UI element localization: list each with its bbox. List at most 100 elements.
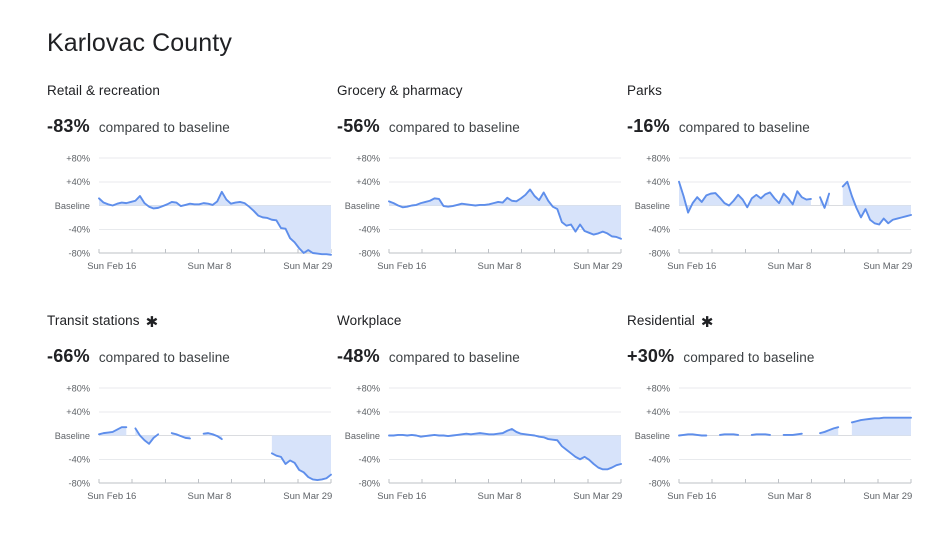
y-axis-tick-label: +40% xyxy=(66,407,90,417)
x-axis-tick-label: Sun Feb 16 xyxy=(377,491,426,502)
x-axis-tick-label: Sun Mar 8 xyxy=(478,261,522,272)
x-axis-tick-label: Sun Mar 8 xyxy=(188,491,232,502)
x-axis-tick-label: Sun Mar 29 xyxy=(863,261,912,272)
y-axis-tick-label: Baseline xyxy=(345,201,380,211)
panel-title: Workplace xyxy=(337,312,627,330)
panel-title: Transit stations ✱ xyxy=(47,312,337,330)
y-axis-tick-label: +40% xyxy=(646,407,670,417)
y-axis-tick-label: Baseline xyxy=(345,431,380,441)
asterisk-icon: ✱ xyxy=(145,313,159,331)
y-axis-tick-label: +80% xyxy=(646,153,670,163)
y-axis-tick-label: Baseline xyxy=(635,431,670,441)
stat-value: -66% xyxy=(47,346,90,366)
stat-label: compared to baseline xyxy=(683,350,815,365)
stat-label: compared to baseline xyxy=(98,350,230,365)
panel-title: Retail & recreation xyxy=(47,82,337,100)
x-axis-tick-label: Sun Mar 8 xyxy=(478,491,522,502)
y-axis-tick-label: -80% xyxy=(359,248,380,258)
mobility-panel-residential: Residential ✱ +30% compared to baseline … xyxy=(627,312,917,542)
stat-value: -56% xyxy=(337,116,380,136)
asterisk-icon: ✱ xyxy=(700,313,714,331)
panel-title-text: Parks xyxy=(627,83,663,98)
x-axis-tick-label: Sun Feb 16 xyxy=(667,491,716,502)
panel-stat: -83% compared to baseline xyxy=(47,116,337,137)
y-axis-tick-label: +80% xyxy=(356,383,380,393)
x-axis-tick-label: Sun Mar 29 xyxy=(573,261,622,272)
y-axis-tick-label: Baseline xyxy=(55,431,90,441)
y-axis-tick-label: Baseline xyxy=(55,201,90,211)
stat-value: +30% xyxy=(627,346,675,366)
y-axis-tick-label: +80% xyxy=(356,153,380,163)
y-axis-tick-label: -80% xyxy=(69,248,90,258)
x-axis-tick-label: Sun Mar 29 xyxy=(863,491,912,502)
panel-stat: +30% compared to baseline xyxy=(627,346,917,367)
y-axis-tick-label: +80% xyxy=(646,383,670,393)
y-axis-tick-label: +40% xyxy=(356,177,380,187)
panel-title: Residential ✱ xyxy=(627,312,917,330)
panel-title-text: Retail & recreation xyxy=(47,83,160,98)
y-axis-tick-label: -40% xyxy=(69,455,90,465)
stat-label: compared to baseline xyxy=(678,120,810,135)
y-axis-tick-label: +40% xyxy=(646,177,670,187)
panel-title-text: Workplace xyxy=(337,313,402,328)
y-axis-tick-label: -40% xyxy=(69,225,90,235)
x-axis-tick-label: Sun Mar 8 xyxy=(188,261,232,272)
mobility-panel-retail-recreation: Retail & recreation -83% compared to bas… xyxy=(47,82,337,312)
mobility-report-page: Karlovac County Retail & recreation -83%… xyxy=(0,0,948,539)
chart-container: +80% +40% Baseline -40% -80% Sun Feb 16 Sun Ma… xyxy=(47,150,337,275)
x-axis-tick-label: Sun Mar 29 xyxy=(283,491,332,502)
stat-label: compared to baseline xyxy=(98,120,230,135)
mobility-panel-transit-stations: Transit stations ✱ -66% compared to base… xyxy=(47,312,337,542)
panel-title-text: Residential xyxy=(627,313,695,328)
chart-container: +80% +40% Baseline -40% -80% Sun Feb 16 Sun Ma… xyxy=(627,150,917,275)
panel-stat: -48% compared to baseline xyxy=(337,346,627,367)
panel-title-text: Grocery & pharmacy xyxy=(337,83,463,98)
stat-value: -48% xyxy=(337,346,380,366)
panel-stat: -56% compared to baseline xyxy=(337,116,627,137)
x-axis-tick-label: Sun Feb 16 xyxy=(87,261,136,272)
stat-label: compared to baseline xyxy=(388,120,520,135)
page-title: Karlovac County xyxy=(47,29,232,57)
chart-line xyxy=(718,433,740,436)
chart-container: +80% +40% Baseline -40% -80% Sun Feb 16 Sun Ma… xyxy=(337,150,627,275)
chart-line xyxy=(750,433,771,436)
x-axis-tick-label: Sun Feb 16 xyxy=(667,261,716,272)
chart-line xyxy=(678,180,812,214)
y-axis-tick-label: -80% xyxy=(69,478,90,488)
y-axis-tick-label: +40% xyxy=(66,177,90,187)
y-axis-tick-label: -40% xyxy=(359,455,380,465)
chart-line xyxy=(782,432,803,436)
stat-value: -16% xyxy=(627,116,670,136)
mobility-chart: +80% +40% Baseline -40% -80% Sun Feb 16 Sun Ma… xyxy=(55,153,333,272)
panel-title: Parks xyxy=(627,82,917,100)
x-axis-tick-label: Sun Mar 29 xyxy=(573,491,622,502)
x-axis-tick-label: Sun Feb 16 xyxy=(87,491,136,502)
y-axis-tick-label: +80% xyxy=(66,153,90,163)
y-axis-tick-label: -80% xyxy=(359,478,380,488)
y-axis-tick-label: -80% xyxy=(649,248,670,258)
x-axis-tick-label: Sun Mar 8 xyxy=(768,491,812,502)
panel-title: Grocery & pharmacy xyxy=(337,82,627,100)
chart-container: +80% +40% Baseline -40% -80% Sun Feb 16 Sun Ma… xyxy=(627,380,917,505)
x-axis-tick-label: Sun Feb 16 xyxy=(377,261,426,272)
panel-stat: -16% compared to baseline xyxy=(627,116,917,137)
y-axis-tick-label: -80% xyxy=(649,478,670,488)
x-axis-tick-label: Sun Mar 29 xyxy=(283,261,332,272)
y-axis-tick-label: +40% xyxy=(356,407,380,417)
mobility-chart: +80% +40% Baseline -40% -80% Sun Feb 16 Sun Ma… xyxy=(635,153,913,272)
x-axis-tick-label: Sun Mar 8 xyxy=(768,261,812,272)
stat-label: compared to baseline xyxy=(388,350,520,365)
stat-value: -83% xyxy=(47,116,90,136)
panel-title-text: Transit stations xyxy=(47,313,140,328)
chart-container: +80% +40% Baseline -40% -80% Sun Feb 16 Sun Ma… xyxy=(47,380,337,505)
mobility-panel-parks: Parks -16% compared to baseline +80% +40%… xyxy=(627,82,917,312)
mobility-chart: +80% +40% Baseline -40% -80% Sun Feb 16 Sun Ma… xyxy=(55,383,333,502)
mobility-chart: +80% +40% Baseline -40% -80% Sun Feb 16 Sun Ma… xyxy=(345,383,623,502)
y-axis-tick-label: +80% xyxy=(66,383,90,393)
mobility-chart: +80% +40% Baseline -40% -80% Sun Feb 16 Sun Ma… xyxy=(345,153,623,272)
panel-stat: -66% compared to baseline xyxy=(47,346,337,367)
y-axis-tick-label: -40% xyxy=(649,225,670,235)
chart-container: +80% +40% Baseline -40% -80% Sun Feb 16 Sun Ma… xyxy=(337,380,627,505)
y-axis-tick-label: -40% xyxy=(359,225,380,235)
y-axis-tick-label: -40% xyxy=(649,455,670,465)
